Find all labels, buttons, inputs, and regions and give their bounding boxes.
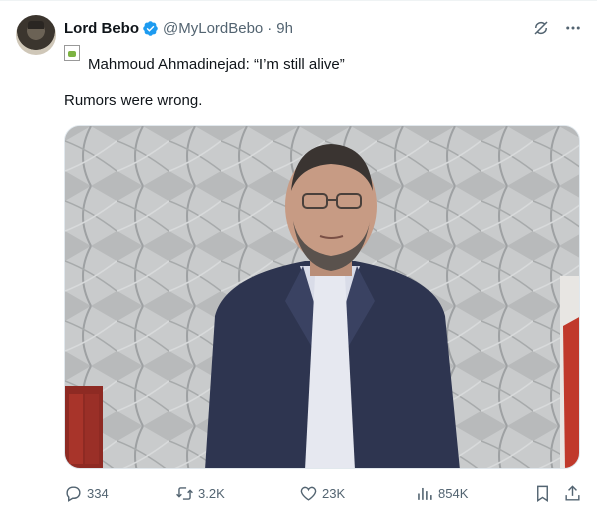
avatar[interactable] bbox=[16, 15, 56, 55]
tweet-text: Rumors were wrong. bbox=[64, 92, 203, 109]
retweet-button[interactable]: 3.2K bbox=[175, 484, 225, 503]
more-icon[interactable] bbox=[563, 18, 583, 38]
author-handle[interactable]: @MyLordBebo bbox=[163, 20, 263, 37]
retweet-icon bbox=[176, 486, 193, 500]
timestamp[interactable]: 9h bbox=[276, 20, 293, 37]
separator-dot: · bbox=[267, 19, 273, 37]
top-actions bbox=[531, 15, 583, 41]
tweet-header: Lord Bebo @MyLordBebo · 9h bbox=[64, 15, 293, 41]
bookmark-icon bbox=[537, 485, 548, 502]
reply-button[interactable]: 334 bbox=[64, 484, 109, 503]
views-icon bbox=[418, 487, 432, 500]
quote-text: Mahmoud Ahmadinejad: “I’m still alive” bbox=[88, 56, 345, 73]
share-icon bbox=[565, 484, 580, 501]
reply-icon bbox=[66, 485, 81, 502]
tweet-photo[interactable] bbox=[64, 125, 580, 469]
broken-image-icon bbox=[64, 45, 80, 61]
grok-icon[interactable] bbox=[531, 18, 551, 38]
bookmark-button[interactable] bbox=[533, 484, 556, 503]
views-count: 854K bbox=[438, 485, 469, 501]
verified-badge-icon[interactable] bbox=[142, 20, 159, 37]
quote-line: Mahmoud Ahmadinejad: “I’m still alive” bbox=[64, 43, 345, 73]
like-icon bbox=[300, 486, 317, 501]
views-button[interactable]: 854K bbox=[415, 484, 468, 503]
retweet-count: 3.2K bbox=[198, 485, 225, 501]
reply-count: 334 bbox=[87, 485, 109, 501]
tweet[interactable]: Lord Bebo @MyLordBebo · 9h Mahmoud Ahmad… bbox=[0, 0, 597, 511]
avatar-hat bbox=[28, 21, 44, 29]
action-bar: 334 3.2K 23K 854K bbox=[56, 477, 586, 509]
like-button[interactable]: 23K bbox=[299, 484, 345, 503]
author-name[interactable]: Lord Bebo bbox=[64, 20, 139, 37]
share-button[interactable] bbox=[563, 484, 586, 503]
photo-illustration bbox=[65, 126, 579, 468]
like-count: 23K bbox=[322, 485, 346, 501]
